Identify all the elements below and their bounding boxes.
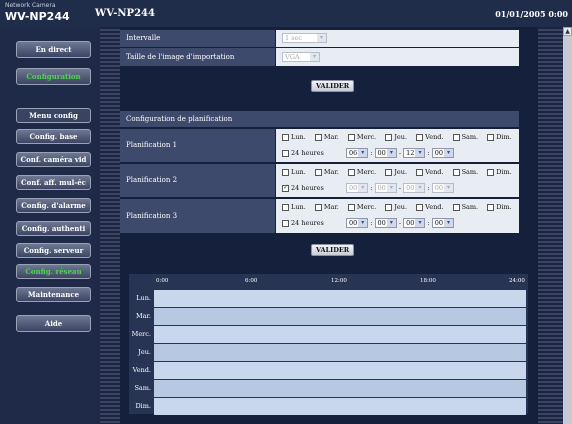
timeline-bar (154, 380, 526, 397)
end-hour-select[interactable]: 00 ▾ (403, 183, 426, 193)
schedule-section-title: Configuration de planification (126, 115, 233, 123)
sidebar-item-server[interactable]: Config. serveur (16, 243, 91, 258)
interval-label: Intervalle (126, 34, 161, 42)
menu-config-header: Menu config (16, 108, 91, 123)
timeline-bar (154, 344, 526, 361)
brand-model: WV-NP244 (5, 10, 70, 23)
timeline-bar (154, 398, 526, 415)
left-decor-stripes (100, 27, 120, 424)
sidebar-item-basic[interactable]: Config. base (16, 129, 91, 144)
tick-label: 12:00 (331, 278, 347, 284)
vertical-scrollbar[interactable]: ▲ (563, 27, 572, 424)
day-checkbox[interactable]: Sam. (452, 203, 478, 211)
timeline-bar (154, 290, 526, 307)
day-checkbox[interactable]: Jeu. (385, 203, 407, 211)
live-button[interactable]: En direct (16, 41, 91, 58)
tick-label: 24:00 (509, 278, 525, 284)
interval-select[interactable]: 1 sec ▾ (282, 33, 327, 43)
schedule-row-2: Planification 2 Lun. Mar. Merc. Jeu. Ven… (120, 164, 519, 197)
timeline-day-label: Lun. (136, 294, 151, 302)
day-checkbox[interactable]: Lun. (282, 203, 306, 211)
chevron-down-icon: ▾ (310, 53, 319, 61)
day-checkbox[interactable]: Sam. (452, 168, 478, 176)
sidebar-item-network[interactable]: Config. réseau (16, 264, 91, 279)
day-checkbox[interactable]: Merc. (347, 203, 376, 211)
timeline-bar (154, 362, 526, 379)
timeline-day-label: Dim. (135, 402, 151, 410)
chevron-down-icon: ▾ (317, 34, 326, 42)
allday-checkbox[interactable]: 24 heures (282, 149, 324, 157)
end-hour-select[interactable]: 00 ▾ (403, 218, 426, 228)
sidebar-item-maintenance[interactable]: Maintenance (16, 287, 91, 302)
sidebar-item-multiscreen[interactable]: Conf. aff. mul-éc (16, 175, 91, 190)
day-checkbox[interactable]: Mar. (314, 203, 339, 211)
interval-row: Intervalle 1 sec ▾ (120, 30, 519, 47)
sidebar-item-help[interactable]: Aide (16, 315, 91, 332)
page-title: WV-NP244 (95, 8, 155, 19)
day-checkbox[interactable]: Sam. (452, 133, 478, 141)
day-checkbox[interactable]: Vend. (416, 203, 443, 211)
start-minute-select[interactable]: 00 ▾ (374, 218, 397, 228)
scroll-up-arrow-icon[interactable]: ▲ (563, 27, 572, 36)
schedule-label: Planification 2 (126, 176, 178, 184)
timeline-bar (154, 308, 526, 325)
day-checkbox[interactable]: Dim. (487, 203, 512, 211)
day-checkbox[interactable]: Mar. (314, 133, 339, 141)
day-checkbox[interactable]: Lun. (282, 133, 306, 141)
timeline-day-label: Merc. (131, 330, 151, 338)
allday-checkbox[interactable]: 24 heures (282, 183, 324, 192)
schedule-label: Planification 3 (126, 212, 178, 220)
day-checkbox[interactable]: Lun. (282, 168, 306, 176)
header-bar: Network Camera WV-NP244 WV-NP244 01/01/2… (0, 0, 572, 27)
timeline-day-label: Jeu. (138, 348, 151, 356)
sidebar-item-alarm[interactable]: Config. d'alarme (16, 198, 91, 213)
day-checkbox[interactable]: Vend. (416, 168, 443, 176)
end-minute-select[interactable]: 00 ▾ (431, 183, 455, 193)
day-checkbox[interactable]: Jeu. (385, 168, 407, 176)
day-checkbox[interactable]: Vend. (416, 133, 443, 141)
start-hour-select[interactable]: 06 ▾ (345, 148, 369, 158)
submit-schedule-button[interactable]: VALIDER (311, 244, 355, 256)
tick-label: 18:00 (420, 278, 436, 284)
image-size-label: Taille de l'image d'importation (126, 53, 235, 61)
start-minute-select[interactable]: 00 ▾ (374, 183, 397, 193)
sidebar-item-auth[interactable]: Config. authenti (16, 221, 91, 236)
timeline-day-label: Sam. (134, 384, 151, 392)
submit-upload-button[interactable]: VALIDER (311, 80, 355, 92)
schedule-row-1: Planification 1 Lun. Mar. Merc. Jeu. Ven… (120, 129, 519, 162)
end-hour-select[interactable]: 12 ▾ (403, 148, 426, 158)
sidebar: En direct Configuration Menu config Conf… (0, 27, 100, 424)
timeline-bar (154, 326, 526, 343)
day-checkbox[interactable]: Merc. (347, 168, 376, 176)
end-minute-select[interactable]: 00 ▾ (431, 218, 455, 228)
tick-label: 6:00 (245, 278, 258, 284)
datetime-display: 01/01/2005 0:00 (495, 9, 568, 19)
day-checkbox[interactable]: Dim. (487, 133, 512, 141)
start-minute-select[interactable]: 00 ▾ (374, 148, 397, 158)
timeline-day-label: Vend. (132, 366, 151, 374)
timeline-day-label: Mar. (136, 312, 151, 320)
schedule-timeline: 0:00 6:00 12:00 18:00 24:00 Lun. Mar. Me… (129, 274, 528, 415)
tick-label: 0:00 (156, 278, 169, 284)
end-minute-select[interactable]: 00 ▾ (431, 148, 455, 158)
sidebar-item-camera[interactable]: Conf. caméra vid (16, 152, 91, 167)
start-hour-select[interactable]: 00 ▾ (345, 183, 369, 193)
day-checkbox[interactable]: Merc. (347, 133, 376, 141)
image-size-select[interactable]: VGA ▾ (282, 52, 320, 62)
schedule-section-header: Configuration de planification (120, 111, 519, 127)
main-content: Intervalle 1 sec ▾ Taille de l'image d'im… (120, 27, 538, 424)
schedule-row-3: Planification 3 Lun. Mar. Merc. Jeu. Ven… (120, 199, 519, 233)
day-checkbox[interactable]: Dim. (487, 168, 512, 176)
day-checkbox[interactable]: Jeu. (385, 133, 407, 141)
right-decor-stripes (538, 27, 563, 424)
allday-checkbox[interactable]: 24 heures (282, 219, 324, 227)
configuration-button[interactable]: Configuration (16, 68, 91, 85)
image-size-row: Taille de l'image d'importation VGA ▾ (120, 48, 519, 66)
schedule-label: Planification 1 (126, 141, 178, 149)
day-checkbox[interactable]: Mar. (314, 168, 339, 176)
brand-small: Network Camera (5, 2, 56, 9)
start-hour-select[interactable]: 00 ▾ (345, 218, 369, 228)
